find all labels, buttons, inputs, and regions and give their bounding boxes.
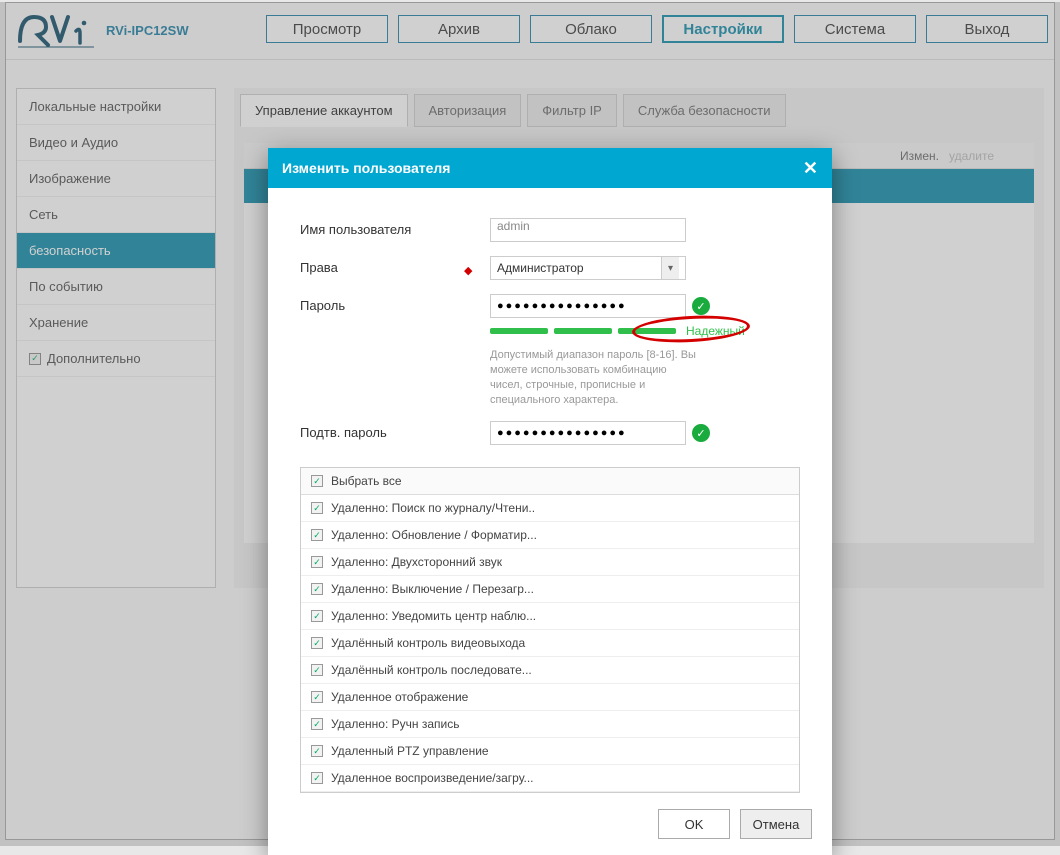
permissions-box: ✓ Выбрать все ✓ Удаленно: Поиск по журнал… [300,467,800,793]
permission-item[interactable]: ✓ Удаленно: Выключение / Перезагр... [301,576,799,603]
password-input[interactable]: ●●●●●●●●●●●●●●● [490,294,686,318]
modal-footer: OK Отмена [268,793,832,855]
password-hint: Допустимый диапазон пароль [8-16]. Вы мо… [490,348,700,407]
checkbox-icon[interactable]: ✓ [311,718,323,730]
label-confirm: Подтв. пароль [300,421,490,440]
modal-body: Имя пользователя admin Права ◆ Администр… [268,188,832,467]
permission-item[interactable]: ✓ Удаленно: Уведомить центр наблю... [301,603,799,630]
modal-title-text: Изменить пользователя [282,160,450,176]
confirm-password-input[interactable]: ●●●●●●●●●●●●●●● [490,421,686,445]
permission-label: Удалённый контроль видеовыхода [331,636,525,650]
modal-titlebar: Изменить пользователя ✕ [268,148,832,188]
permission-label: Удаленно: Двухсторонний звук [331,555,502,569]
close-icon[interactable]: ✕ [803,158,818,179]
permission-label: Удаленно: Ручн запись [331,717,459,731]
checkbox-icon[interactable]: ✓ [311,637,323,649]
row-rights: Права ◆ Администратор ▾ [300,256,800,280]
label-password: Пароль [300,294,490,313]
checkbox-icon[interactable]: ✓ [311,583,323,595]
permission-label: Удаленное воспроизведение/загру... [331,771,534,785]
strength-bar [554,328,612,334]
checkbox-icon[interactable]: ✓ [311,772,323,784]
permission-item[interactable]: ✓ Удаленно: Обновление / Форматир... [301,522,799,549]
permission-item[interactable]: ✓ Удаленное воспроизведение/загру... [301,765,799,792]
permission-item[interactable]: ✓ Удаленное отображение [301,684,799,711]
permission-item[interactable]: ✓ Удаленный PTZ управление [301,738,799,765]
permission-label: Удаленное отображение [331,690,468,704]
permissions-select-all[interactable]: ✓ Выбрать все [301,468,799,495]
permission-label: Удаленно: Выключение / Перезагр... [331,582,534,596]
permission-label: Удаленно: Поиск по журналу/Чтени.. [331,501,535,515]
permission-item[interactable]: ✓ Удалённый контроль последовате... [301,657,799,684]
permission-item[interactable]: ✓ Удаленно: Поиск по журналу/Чтени.. [301,495,799,522]
check-circle-icon: ✓ [692,297,710,315]
permission-item[interactable]: ✓ Удаленно: Двухсторонний звук [301,549,799,576]
checkbox-icon[interactable]: ✓ [311,664,323,676]
permissions-list: ✓ Удаленно: Поиск по журналу/Чтени.. ✓ Уда… [301,495,799,792]
checkbox-icon[interactable]: ✓ [311,745,323,757]
checkbox-icon[interactable]: ✓ [311,502,323,514]
checkbox-icon[interactable]: ✓ [311,610,323,622]
label-username: Имя пользователя [300,218,490,237]
permission-label: Удаленный PTZ управление [331,744,489,758]
checkbox-icon[interactable]: ✓ [311,691,323,703]
permission-label: Удалённый контроль последовате... [331,663,532,677]
checkbox-icon[interactable]: ✓ [311,529,323,541]
cancel-button[interactable]: Отмена [740,809,812,839]
check-circle-icon: ✓ [692,424,710,442]
edit-user-modal: Изменить пользователя ✕ Имя пользователя… [268,148,832,855]
permission-item[interactable]: ✓ Удалённый контроль видеовыхода [301,630,799,657]
ok-button[interactable]: OK [658,809,730,839]
permission-label: Удаленно: Уведомить центр наблю... [331,609,536,623]
permission-item[interactable]: ✓ Удаленно: Ручн запись [301,711,799,738]
select-all-label: Выбрать все [331,474,402,488]
row-confirm: Подтв. пароль ●●●●●●●●●●●●●●● ✓ [300,421,800,445]
password-strength: Надежный [490,324,800,338]
chevron-down-icon[interactable]: ▾ [661,257,679,279]
checkbox-icon[interactable]: ✓ [311,475,323,487]
rights-select[interactable]: Администратор ▾ [490,256,686,280]
required-icon: ◆ [464,264,472,277]
rights-value: Администратор [497,261,584,275]
permission-label: Удаленно: Обновление / Форматир... [331,528,537,542]
row-password: Пароль ●●●●●●●●●●●●●●● ✓ Надежный Допуст… [300,294,800,407]
strength-bar [490,328,548,334]
username-input[interactable]: admin [490,218,686,242]
checkbox-icon[interactable]: ✓ [311,556,323,568]
label-rights: Права [300,256,490,275]
row-username: Имя пользователя admin [300,218,800,242]
